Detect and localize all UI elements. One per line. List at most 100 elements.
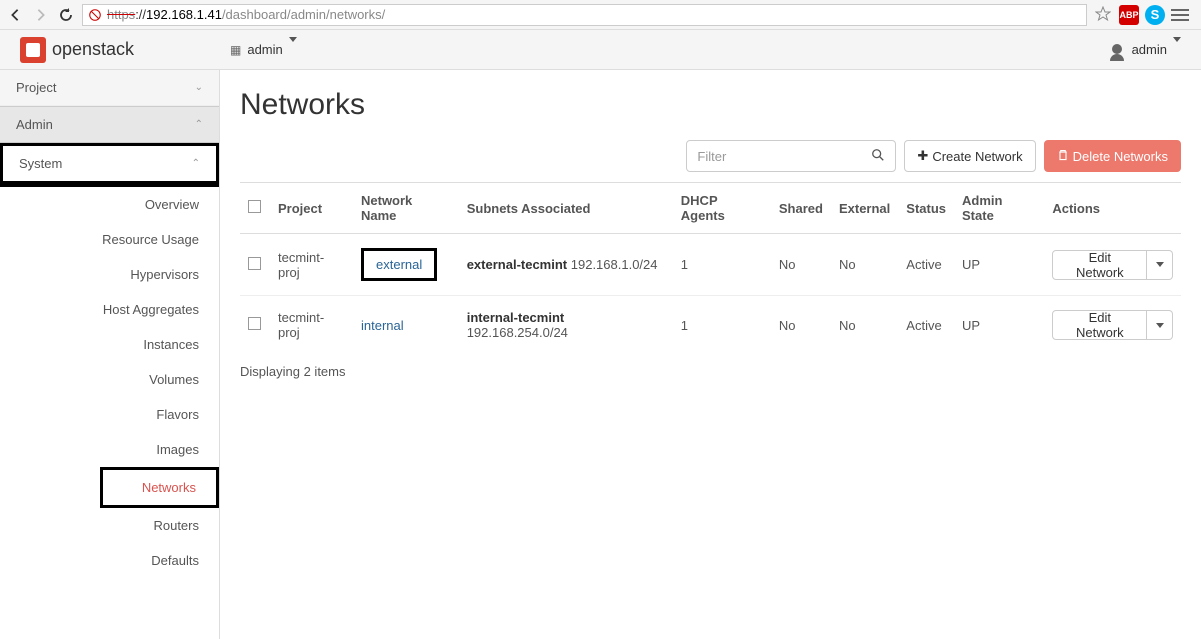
button-label: Create Network (932, 149, 1022, 164)
cell-project: tecmint-proj (270, 296, 353, 355)
cell-subnets: external-tecmint 192.168.1.0/24 (459, 234, 673, 296)
actions-dropdown[interactable] (1147, 250, 1173, 280)
sidebar-item-volumes[interactable]: Volumes (0, 362, 219, 397)
user-icon (1112, 42, 1126, 58)
sidebar-system[interactable]: System ⌃ (0, 143, 219, 187)
cell-external: No (831, 234, 898, 296)
toolbar-right: ABP S (1095, 5, 1195, 25)
url-protocol: https (107, 7, 135, 22)
sidebar: Project ⌄ Admin ⌃ System ⌃ Overview Reso… (0, 70, 220, 639)
actions-dropdown[interactable] (1147, 310, 1173, 340)
url-sep: :// (135, 7, 146, 22)
project-selector[interactable]: ▦ admin (230, 42, 297, 57)
network-link[interactable]: internal (361, 318, 404, 333)
sidebar-admin[interactable]: Admin ⌃ (0, 106, 219, 143)
table-row: tecmint-proj internal internal-tecmint 1… (240, 296, 1181, 355)
chevron-down-icon (1173, 42, 1181, 57)
sidebar-project[interactable]: Project ⌄ (0, 70, 219, 106)
cell-project: tecmint-proj (270, 234, 353, 296)
cell-status: Active (898, 296, 954, 355)
project-selector-label: admin (247, 42, 282, 57)
select-all-checkbox[interactable] (248, 200, 261, 213)
col-admin-state[interactable]: Admin State (954, 183, 1044, 234)
reload-button[interactable] (58, 7, 74, 23)
cell-shared: No (771, 234, 831, 296)
cell-subnets: internal-tecmint 192.168.254.0/24 (459, 296, 673, 355)
back-button[interactable] (6, 6, 24, 24)
row-checkbox[interactable] (248, 257, 261, 270)
cell-shared: No (771, 296, 831, 355)
chevron-down-icon (289, 42, 297, 57)
sidebar-item-flavors[interactable]: Flavors (0, 397, 219, 432)
sidebar-item-images[interactable]: Images (0, 432, 219, 467)
brand-text: openstack (52, 39, 134, 60)
cell-actions: Edit Network (1044, 296, 1181, 355)
create-network-button[interactable]: ✚ Create Network (904, 140, 1035, 172)
insecure-icon (87, 7, 103, 23)
sidebar-item-defaults[interactable]: Defaults (0, 543, 219, 578)
highlight-box: Networks (100, 467, 219, 508)
networks-table: Project Network Name Subnets Associated … (240, 182, 1181, 354)
col-shared[interactable]: Shared (771, 183, 831, 234)
url-bar[interactable]: https://192.168.1.41/dashboard/admin/net… (82, 4, 1087, 26)
sidebar-item-overview[interactable]: Overview (0, 187, 219, 222)
plus-icon: ✚ (917, 148, 928, 164)
edit-network-button[interactable]: Edit Network (1052, 310, 1147, 340)
sidebar-item-host-aggregates[interactable]: Host Aggregates (0, 292, 219, 327)
sidebar-item-resource-usage[interactable]: Resource Usage (0, 222, 219, 257)
cell-admin-state: UP (954, 296, 1044, 355)
browser-menu-icon[interactable] (1171, 9, 1189, 21)
button-label: Delete Networks (1073, 149, 1168, 164)
cell-external: No (831, 296, 898, 355)
sidebar-item-label: Admin (16, 117, 53, 132)
app-header: openstack ▦ admin admin (0, 30, 1201, 70)
adblock-icon[interactable]: ABP (1119, 5, 1139, 25)
cell-status: Active (898, 234, 954, 296)
cell-admin-state: UP (954, 234, 1044, 296)
sidebar-item-networks[interactable]: Networks (103, 470, 216, 505)
sidebar-item-label: System (19, 156, 62, 171)
table-row: tecmint-proj external external-tecmint 1… (240, 234, 1181, 296)
delete-networks-button[interactable]: Delete Networks (1044, 140, 1181, 172)
chevron-up-icon: ⌃ (195, 119, 203, 130)
cell-network-name: external (353, 234, 459, 296)
row-checkbox[interactable] (248, 317, 261, 330)
cell-network-name: internal (353, 296, 459, 355)
user-menu-label: admin (1132, 42, 1167, 57)
chevron-up-icon: ⌃ (192, 158, 200, 169)
cell-dhcp: 1 (673, 234, 771, 296)
logo[interactable]: openstack (20, 37, 230, 63)
network-link[interactable]: external (376, 257, 422, 272)
skype-icon[interactable]: S (1145, 5, 1165, 25)
user-menu[interactable]: admin (1112, 42, 1181, 58)
col-dhcp[interactable]: DHCP Agents (673, 183, 771, 234)
cell-actions: Edit Network (1044, 234, 1181, 296)
sidebar-item-routers[interactable]: Routers (0, 508, 219, 543)
col-network-name[interactable]: Network Name (353, 183, 459, 234)
edit-network-button[interactable]: Edit Network (1052, 250, 1147, 280)
cell-dhcp: 1 (673, 296, 771, 355)
sidebar-item-label: Project (16, 80, 56, 95)
col-subnets[interactable]: Subnets Associated (459, 183, 673, 234)
table-actions: Filter ✚ Create Network Delete Networks (240, 140, 1181, 172)
trash-icon (1057, 149, 1069, 164)
browser-toolbar: https://192.168.1.41/dashboard/admin/net… (0, 0, 1201, 30)
bookmark-icon[interactable] (1095, 6, 1113, 24)
sidebar-item-instances[interactable]: Instances (0, 327, 219, 362)
filter-input[interactable]: Filter (686, 140, 896, 172)
col-actions: Actions (1044, 183, 1181, 234)
search-icon[interactable] (871, 148, 885, 165)
sidebar-item-hypervisors[interactable]: Hypervisors (0, 257, 219, 292)
openstack-logo-icon (20, 37, 46, 63)
col-external[interactable]: External (831, 183, 898, 234)
subnet-name: internal-tecmint (467, 310, 565, 325)
subnet-name: external-tecmint (467, 257, 567, 272)
project-icon: ▦ (230, 43, 241, 57)
chevron-down-icon (1156, 262, 1164, 267)
page-title: Networks (240, 88, 1181, 122)
col-status[interactable]: Status (898, 183, 954, 234)
forward-button[interactable] (32, 6, 50, 24)
chevron-down-icon (1156, 323, 1164, 328)
col-project[interactable]: Project (270, 183, 353, 234)
highlight-box: external (361, 248, 437, 281)
